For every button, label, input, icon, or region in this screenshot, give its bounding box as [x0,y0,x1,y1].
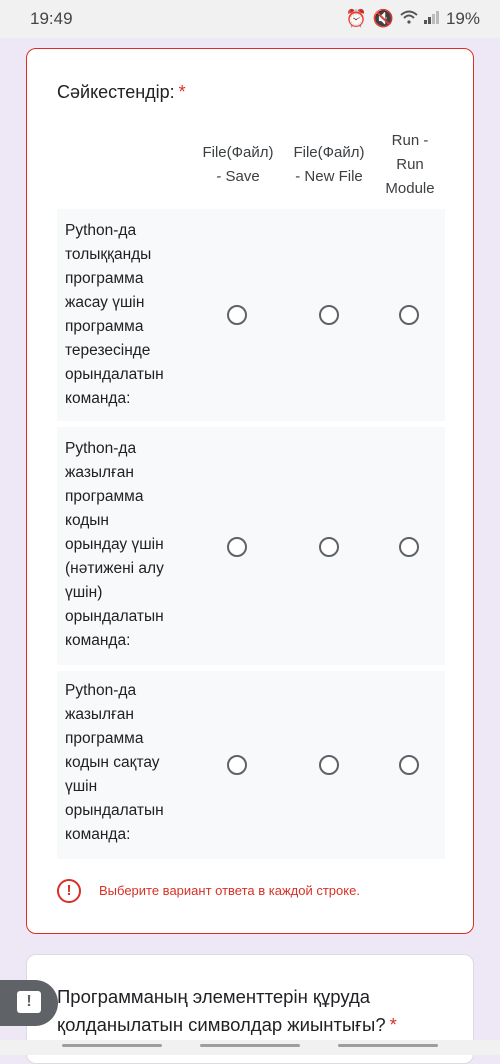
column-header-line: - Save [216,168,260,185]
row-label-line: команда: [65,390,131,407]
feedback-button[interactable]: ! [0,980,58,1026]
column-header-new-file: File(Файл) - New File [283,141,375,189]
question-title-text: Сәйкестендір: [57,82,175,102]
validation-error: ! Выберите вариант ответа в каждой строк… [57,879,457,909]
row-label-line: программа [65,318,144,335]
row-label-line: толыққанды [65,246,152,263]
radio-row3-save[interactable] [227,755,247,775]
alarm-icon: ⏰ [345,9,367,28]
radio-row3-new-file[interactable] [319,755,339,775]
column-header-line: Module [385,180,435,197]
row-label-line: орындалатын [65,608,164,625]
row-label-line: жазылған [65,706,134,723]
nav-handle-center [200,1044,300,1047]
row-label-line: (нәтижені алу [65,560,164,577]
row-label-line: программа [65,488,144,505]
nav-handle-right [338,1044,438,1047]
column-header-line: Run [396,156,424,173]
column-header-run-module: Run - Run Module [373,129,447,201]
row-label-line: орындау үшін [65,536,164,553]
row-label-line: жасау үшін [65,294,145,311]
row-label-line: орындалатын [65,366,164,383]
row-label-line: үшін [65,778,98,795]
row-label-line: команда: [65,632,131,649]
radio-row2-run-module[interactable] [399,537,419,557]
column-header-line: - New File [295,168,363,185]
required-mark: * [178,82,186,102]
feedback-icon: ! [17,991,41,1013]
error-text: Выберите вариант ответа в каждой строке. [99,883,360,898]
row-label-3: Python-да жазылған программа кодын сақта… [65,679,195,847]
question-card-matching: Сәйкестендір: * File(Файл) - Save File(Фа… [26,48,474,934]
row-label-line: Python-да [65,440,137,457]
grid-row-1: Python-да толыққанды программа жасау үші… [57,209,445,421]
row-label-line: орындалатын [65,802,164,819]
error-icon: ! [57,879,81,903]
radio-row2-new-file[interactable] [319,537,339,557]
column-header-line: File(Файл) [202,144,274,161]
signal-icon [423,9,440,29]
required-mark: * [389,1014,397,1035]
row-label-line: программа [65,730,144,747]
status-time: 19:49 [30,9,73,28]
row-label-line: команда: [65,826,131,843]
row-label-line: программа [65,270,144,287]
row-label-2: Python-да жазылған программа кодын орынд… [65,437,195,653]
row-label-line: Python-да [65,682,137,699]
battery-percent: 19% [445,9,480,28]
radio-row1-run-module[interactable] [399,305,419,325]
mute-icon: 🔇 [372,9,394,28]
status-icons: ⏰ 🔇 19% [346,9,480,29]
row-label-line: жазылған [65,464,134,481]
nav-handle-left [62,1044,162,1047]
radio-row2-save[interactable] [227,537,247,557]
question2-title: Программаның элементтерін құруда қолданы… [57,983,457,1039]
status-bar: 19:49 ⏰ 🔇 19% [0,0,500,38]
row-label-line: терезесінде [65,342,151,359]
row-label-line: үшін) [65,584,103,601]
row-label-line: кодын сақтау [65,754,160,771]
row-label-line: кодын [65,512,109,529]
grid-row-2: Python-да жазылған программа кодын орынд… [57,427,445,665]
navigation-bar [0,1040,500,1055]
question-title: Сәйкестендір: * [57,82,186,103]
column-header-line: Run - [391,132,429,149]
row-label-1: Python-да толыққанды программа жасау үші… [65,219,195,411]
row-label-line: Python-да [65,222,137,239]
radio-row1-new-file[interactable] [319,305,339,325]
question2-title-text: Программаның элементтерін құруда қолданы… [57,986,386,1035]
radio-row3-run-module[interactable] [399,755,419,775]
radio-row1-save[interactable] [227,305,247,325]
grid-row-3: Python-да жазылған программа кодын сақта… [57,671,445,859]
wifi-icon [400,9,418,29]
column-header-line: File(Файл) [293,144,365,161]
column-header-save: File(Файл) - Save [191,141,285,189]
